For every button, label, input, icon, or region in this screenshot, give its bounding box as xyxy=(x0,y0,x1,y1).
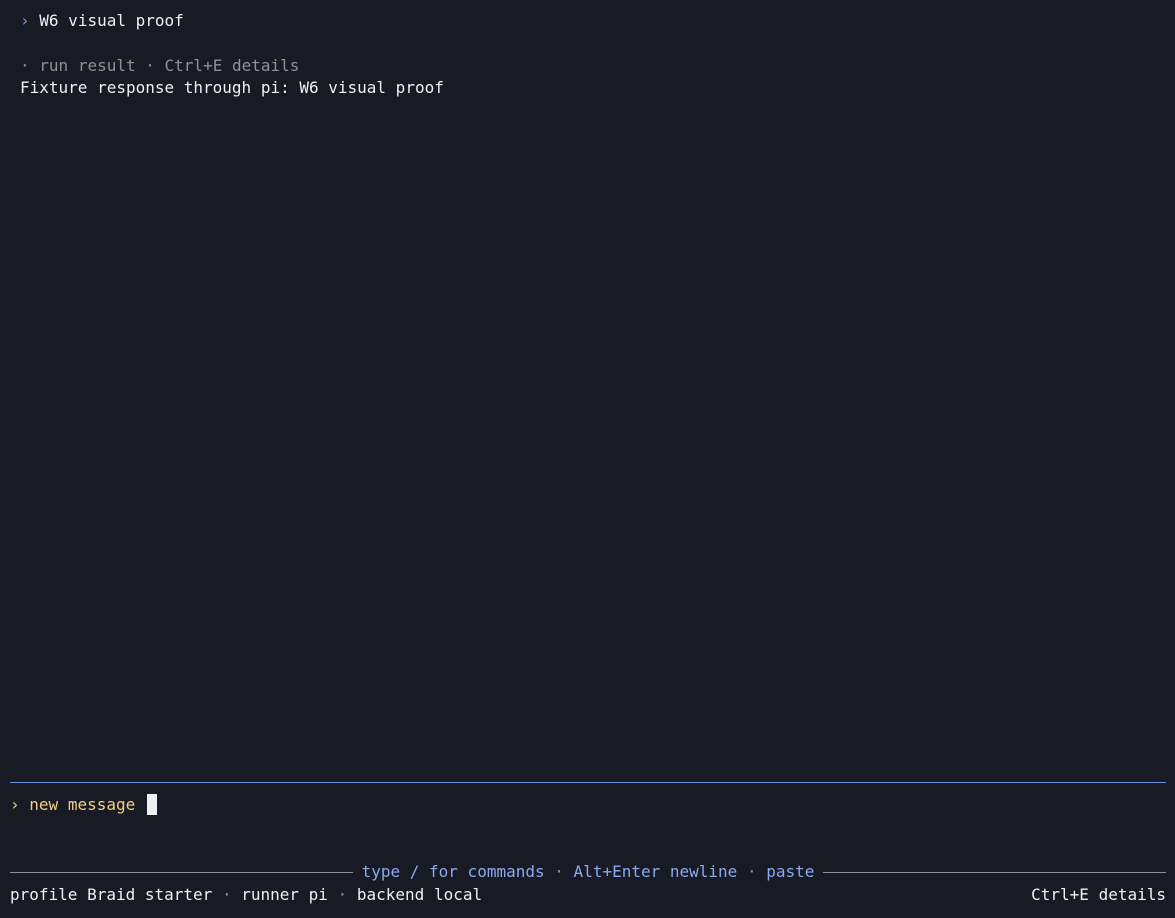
run-result-details-hint: Ctrl+E details xyxy=(164,56,300,75)
hint-text: type / for commands · Alt+Enter newline … xyxy=(353,861,824,883)
status-backend-label: backend xyxy=(356,885,425,904)
hint-bar: type / for commands · Alt+Enter newline … xyxy=(10,861,1166,883)
composer-chevron-icon: › xyxy=(10,795,20,814)
composer-placeholder[interactable]: new message xyxy=(29,795,135,814)
hint-paste: paste xyxy=(766,862,815,881)
hint-separator: · xyxy=(554,862,564,881)
composer-top-divider xyxy=(10,782,1166,783)
status-separator: · xyxy=(221,885,232,904)
user-message-chevron-icon: › xyxy=(20,11,30,30)
hint-commands: type / for commands xyxy=(361,862,545,881)
hint-rule-right xyxy=(823,871,1166,873)
run-result-separator: · xyxy=(145,56,155,75)
text-cursor xyxy=(146,794,157,815)
run-result-label: run result xyxy=(39,56,136,75)
composer-input[interactable]: › new message xyxy=(10,794,157,816)
status-left: profile Braid starter · runner pi · back… xyxy=(10,884,482,906)
status-bar: profile Braid starter · runner pi · back… xyxy=(10,884,1166,906)
status-profile-label: profile xyxy=(10,885,78,904)
hint-separator: · xyxy=(746,862,757,881)
status-profile-value: Braid starter xyxy=(87,885,213,904)
status-backend-value: local xyxy=(433,885,483,904)
hint-rule-left xyxy=(10,871,353,873)
user-message: › W6 visual proof xyxy=(20,10,184,32)
hint-newline: Alt+Enter newline xyxy=(573,862,738,881)
run-result-bullet-icon: · xyxy=(20,56,30,75)
status-separator: · xyxy=(337,885,348,904)
status-runner-label: runner xyxy=(241,885,300,904)
assistant-response: Fixture response through pi: W6 visual p… xyxy=(20,78,444,97)
status-runner-value: pi xyxy=(308,885,328,904)
user-message-text: W6 visual proof xyxy=(39,11,184,30)
run-result-header: · run result · Ctrl+E details xyxy=(20,55,299,77)
status-details-shortcut[interactable]: Ctrl+E details xyxy=(1031,884,1166,906)
